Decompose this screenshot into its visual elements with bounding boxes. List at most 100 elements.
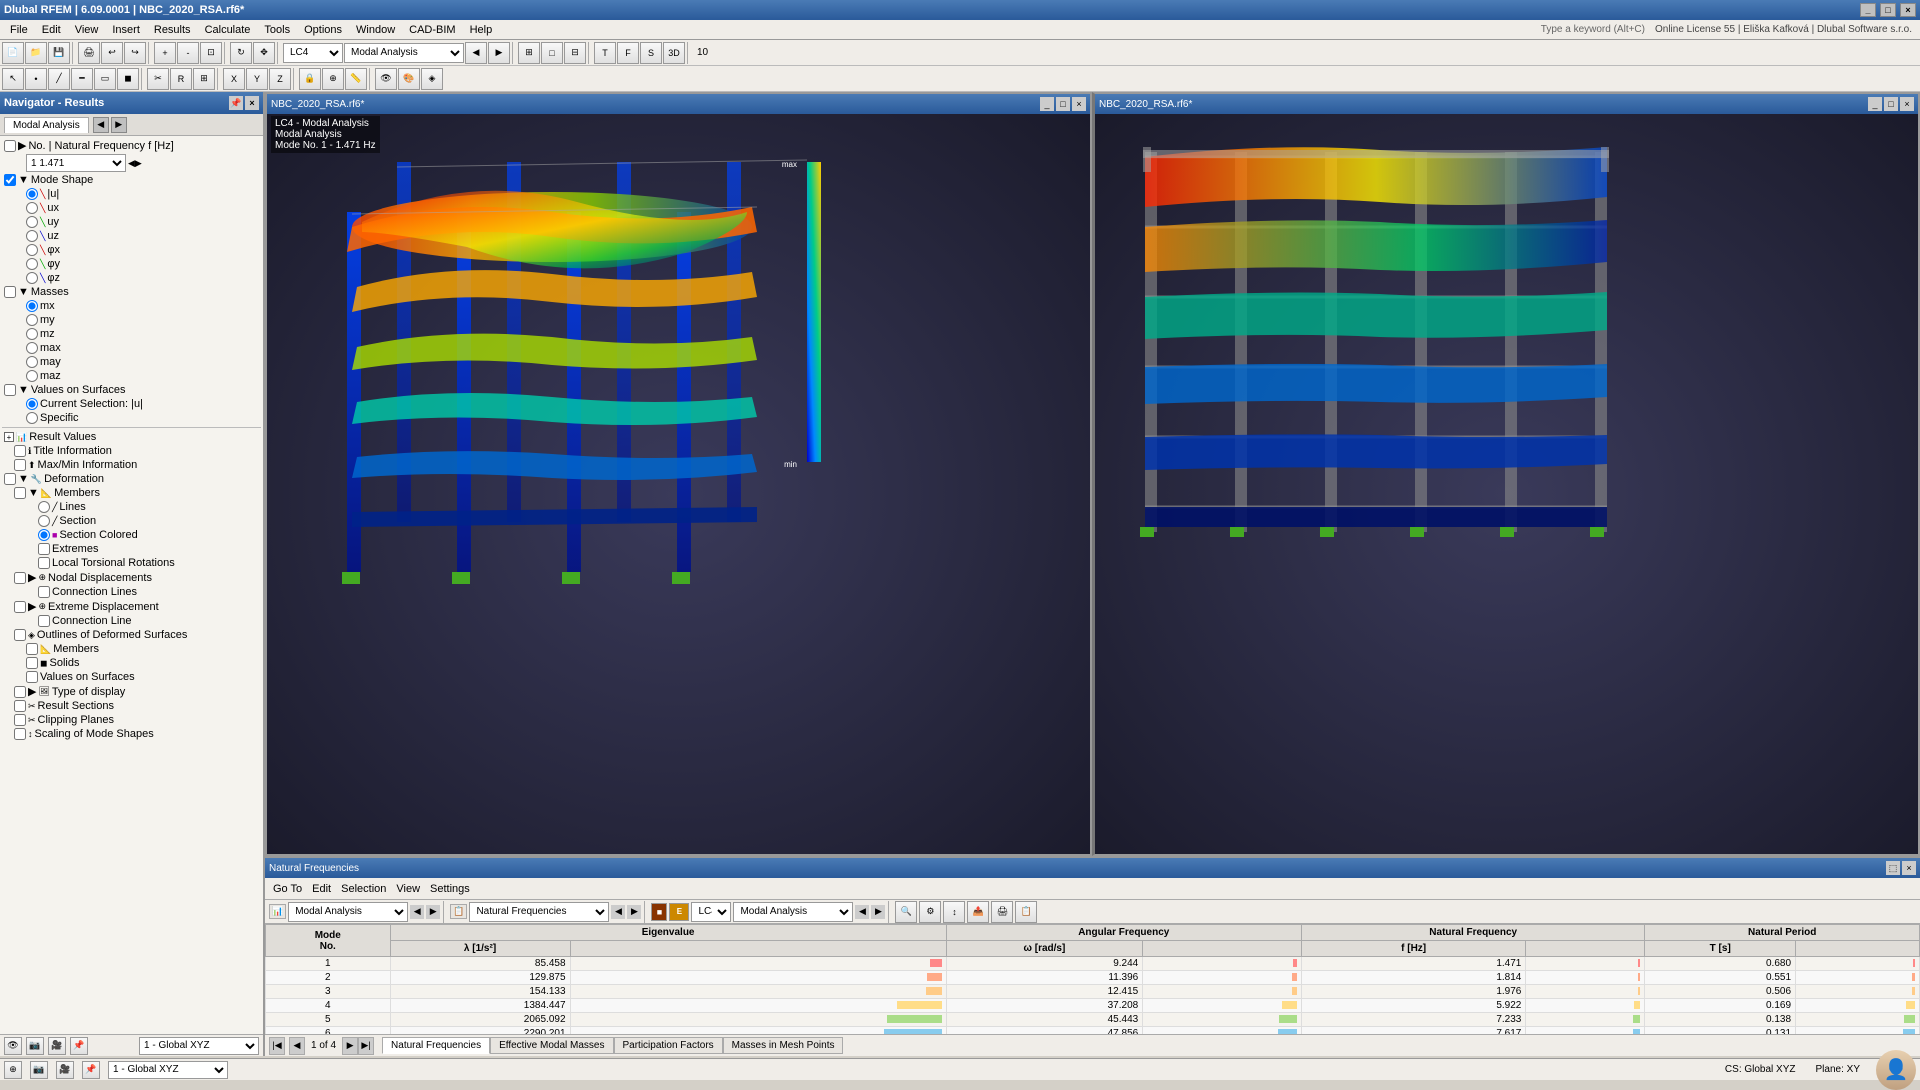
nav-clipping-planes-checkbox[interactable]: [14, 714, 26, 726]
tb-measure-btn[interactable]: 📏: [345, 68, 367, 90]
nav-radio-uy[interactable]: [26, 216, 38, 228]
tb-new[interactable]: 📄: [2, 42, 24, 64]
nav-bottom-btn4[interactable]: 📌: [70, 1037, 88, 1055]
results-analysis-select[interactable]: Modal Analysis: [733, 902, 853, 922]
nav-conn-line[interactable]: Connection Line: [2, 614, 261, 628]
tb-undo[interactable]: ↩: [101, 42, 123, 64]
nav-bottom-btn1[interactable]: 👁: [4, 1037, 22, 1055]
view-left-min[interactable]: _: [1040, 97, 1054, 111]
nav-clipping-planes[interactable]: ✂ Clipping Planes: [2, 713, 261, 727]
results-lc-next[interactable]: ▶: [871, 905, 885, 919]
nav-radio-lines[interactable]: [38, 501, 50, 513]
nav-torsional-checkbox[interactable]: [38, 557, 50, 569]
nav-extremes[interactable]: Extremes: [2, 542, 261, 556]
close-btn[interactable]: ×: [1900, 3, 1916, 17]
menu-file[interactable]: File: [4, 22, 34, 38]
tb-node-btn[interactable]: •: [25, 68, 47, 90]
nav-freq-nav-next[interactable]: ▶: [135, 158, 142, 169]
nav-radio-phiz[interactable]: [26, 272, 38, 284]
tb-analysis-select[interactable]: Modal Analysis: [344, 43, 464, 63]
results-page-last[interactable]: ▶|: [358, 1037, 374, 1055]
results-settings-btn[interactable]: Settings: [426, 882, 474, 896]
nav-maz[interactable]: maz: [2, 369, 261, 383]
results-edit-btn[interactable]: Edit: [308, 882, 335, 896]
nav-maxmin-info-checkbox[interactable]: [14, 459, 26, 471]
nav-my[interactable]: my: [2, 313, 261, 327]
menu-tools[interactable]: Tools: [258, 22, 296, 38]
view-left-max[interactable]: □: [1056, 97, 1070, 111]
nav-freq-checkbox[interactable]: [4, 140, 16, 152]
nav-close-btn[interactable]: ×: [245, 96, 259, 110]
results-tb-copy[interactable]: 📋: [1015, 901, 1037, 923]
tb-zoom-in[interactable]: +: [154, 42, 176, 64]
nav-mode-shape-checkbox[interactable]: [4, 174, 16, 186]
nav-lines[interactable]: ╱ Lines: [2, 500, 261, 514]
status-snap-btn[interactable]: ⊕: [4, 1061, 22, 1079]
results-view-btn[interactable]: View: [392, 882, 424, 896]
nav-radio-my[interactable]: [26, 314, 38, 326]
results-goto-btn[interactable]: Go To: [269, 882, 306, 896]
window-controls[interactable]: _ □ ×: [1860, 3, 1916, 17]
results-tab-participation[interactable]: Participation Factors: [614, 1037, 723, 1054]
tb-save[interactable]: 💾: [48, 42, 70, 64]
tb-rotate[interactable]: ↻: [230, 42, 252, 64]
nav-solids-checkbox[interactable]: [26, 657, 38, 669]
results-tb-search[interactable]: 🔍: [895, 901, 917, 923]
nav-deformation-checkbox[interactable]: [4, 473, 16, 485]
tb-color-btn[interactable]: 🎨: [398, 68, 420, 90]
nav-freq-nav-prev[interactable]: ◀: [128, 158, 135, 169]
nav-bottom-btn3[interactable]: 🎥: [48, 1037, 66, 1055]
nav-outlines[interactable]: ◈ Outlines of Deformed Surfaces: [2, 628, 261, 642]
tb-view-side[interactable]: S: [640, 42, 662, 64]
tb-redo[interactable]: ↪: [124, 42, 146, 64]
nav-radio-max[interactable]: [26, 342, 38, 354]
tb-solid-btn[interactable]: ◼: [117, 68, 139, 90]
status-photo-btn[interactable]: 📷: [30, 1061, 48, 1079]
tb-view-top[interactable]: T: [594, 42, 616, 64]
results-combo-prev[interactable]: ◀: [410, 905, 424, 919]
nav-values-expand[interactable]: ▼: [18, 384, 29, 396]
nav-type-display-expand[interactable]: ▶: [28, 685, 36, 698]
results-tb-print[interactable]: 🖨: [991, 901, 1013, 923]
nav-extremes-checkbox[interactable]: [38, 543, 50, 555]
tb-pan[interactable]: ✥: [253, 42, 275, 64]
results-tab-masses[interactable]: Masses in Mesh Points: [723, 1037, 844, 1054]
results-freq-prev[interactable]: ◀: [611, 905, 625, 919]
tb-axis-x[interactable]: X: [223, 68, 245, 90]
results-combo-next[interactable]: ▶: [426, 905, 440, 919]
nav-values-surf-sub[interactable]: Values on Surfaces: [2, 670, 261, 684]
tb-axis-z[interactable]: Z: [269, 68, 291, 90]
nav-radio-specific[interactable]: [26, 412, 38, 424]
nav-may[interactable]: may: [2, 355, 261, 369]
tb-member-btn[interactable]: ━: [71, 68, 93, 90]
nav-bottom-btn2[interactable]: 📷: [26, 1037, 44, 1055]
view-left-close[interactable]: ×: [1072, 97, 1086, 111]
maximize-btn[interactable]: □: [1880, 3, 1896, 17]
tb-table-btn[interactable]: ⊞: [193, 68, 215, 90]
results-close-btn[interactable]: ×: [1902, 861, 1916, 875]
cs-select[interactable]: 1 - Global XYZ: [139, 1037, 259, 1055]
nav-title-info[interactable]: ℹ Title Information: [2, 444, 261, 458]
tb-next-mode[interactable]: ▶: [488, 42, 510, 64]
tb-deselect[interactable]: ⊟: [564, 42, 586, 64]
nav-section[interactable]: ╱ Section: [2, 514, 261, 528]
status-video-btn[interactable]: 🎥: [56, 1061, 74, 1079]
nav-radio-mx[interactable]: [26, 300, 38, 312]
nav-outlines-checkbox[interactable]: [14, 629, 26, 641]
nav-nodal-disp-checkbox[interactable]: [14, 572, 26, 584]
tb-view-3d[interactable]: 3D: [663, 42, 685, 64]
nav-members-outline-checkbox[interactable]: [26, 643, 38, 655]
nav-nodal-expand[interactable]: ▶: [28, 571, 36, 584]
nav-specific[interactable]: Specific: [2, 411, 261, 425]
results-tab-freq[interactable]: Natural Frequencies: [382, 1037, 490, 1054]
tb-axis-y[interactable]: Y: [246, 68, 268, 90]
nav-radio-section[interactable]: [38, 515, 50, 527]
tb-display-btn[interactable]: 👁: [375, 68, 397, 90]
results-lc-select[interactable]: LC4: [691, 902, 731, 922]
menu-view[interactable]: View: [69, 22, 105, 38]
nav-type-display-checkbox[interactable]: [14, 686, 26, 698]
nav-radio-uz[interactable]: [26, 230, 38, 242]
results-freq-next[interactable]: ▶: [627, 905, 641, 919]
nav-extreme-disp-checkbox[interactable]: [14, 601, 26, 613]
nav-phiz[interactable]: ╲ φz: [2, 271, 261, 285]
